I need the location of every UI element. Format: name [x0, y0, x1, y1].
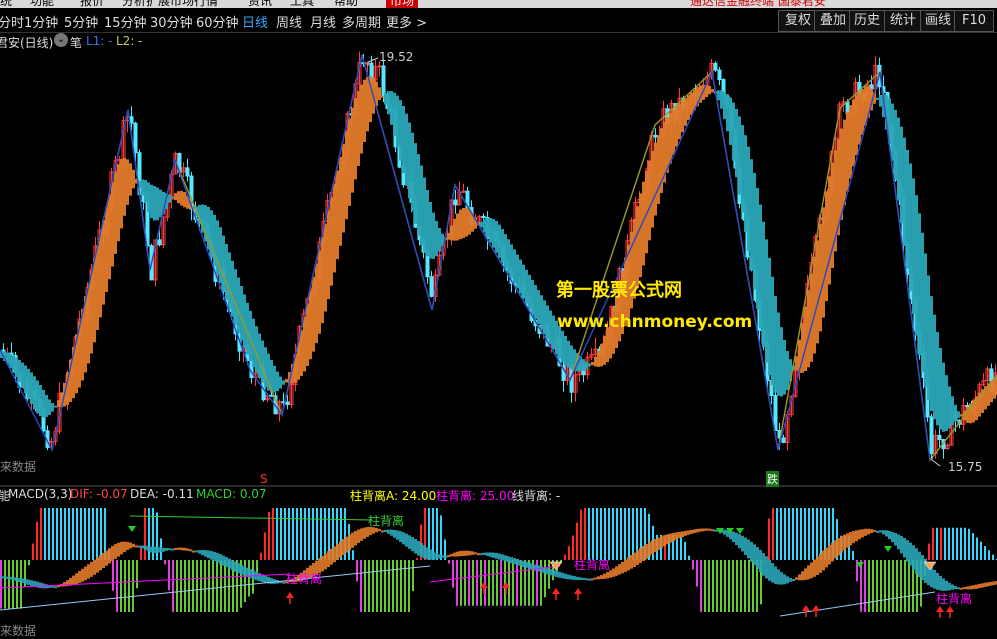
macd-histogram: [0, 508, 997, 612]
macd-line-div: 线背离: -: [512, 489, 561, 503]
chart-canvas[interactable]: [0, 0, 997, 635]
watermark-title: 第一股票公式网: [556, 280, 682, 301]
sell-marker: S: [260, 472, 268, 486]
low-price-label: 15.75: [948, 460, 983, 474]
macd-future-data-label: 来数据: [0, 624, 37, 638]
macd-dif: DIF: -0.07: [70, 487, 128, 501]
bar-div-tag-3: 柱背离: [574, 558, 611, 572]
macd-value: MACD: 0.07: [196, 487, 267, 501]
bar-div-tag-2: 柱背离: [286, 572, 323, 586]
divergence-line-a: [0, 573, 291, 589]
macd-bar-div: 柱背离: 25.00: [436, 489, 515, 503]
macd-dea: DEA: -0.11: [130, 487, 194, 501]
divergence-line-top: [129, 515, 373, 521]
bar-div-tag-1: 柱背离: [368, 514, 405, 528]
down-marker: 跌: [766, 471, 779, 487]
high-price-label: 19.52: [379, 50, 414, 64]
macd-title[interactable]: MACD(3,3): [8, 487, 72, 501]
macd-bar-div-a: 柱背离A: 24.00: [350, 489, 437, 503]
divergence-line-d: [779, 591, 936, 617]
future-data-label: 来数据: [0, 460, 37, 474]
watermark-url: www.chnmoney.com: [557, 312, 753, 332]
bar-div-tag-4: 柱背离: [936, 592, 973, 606]
